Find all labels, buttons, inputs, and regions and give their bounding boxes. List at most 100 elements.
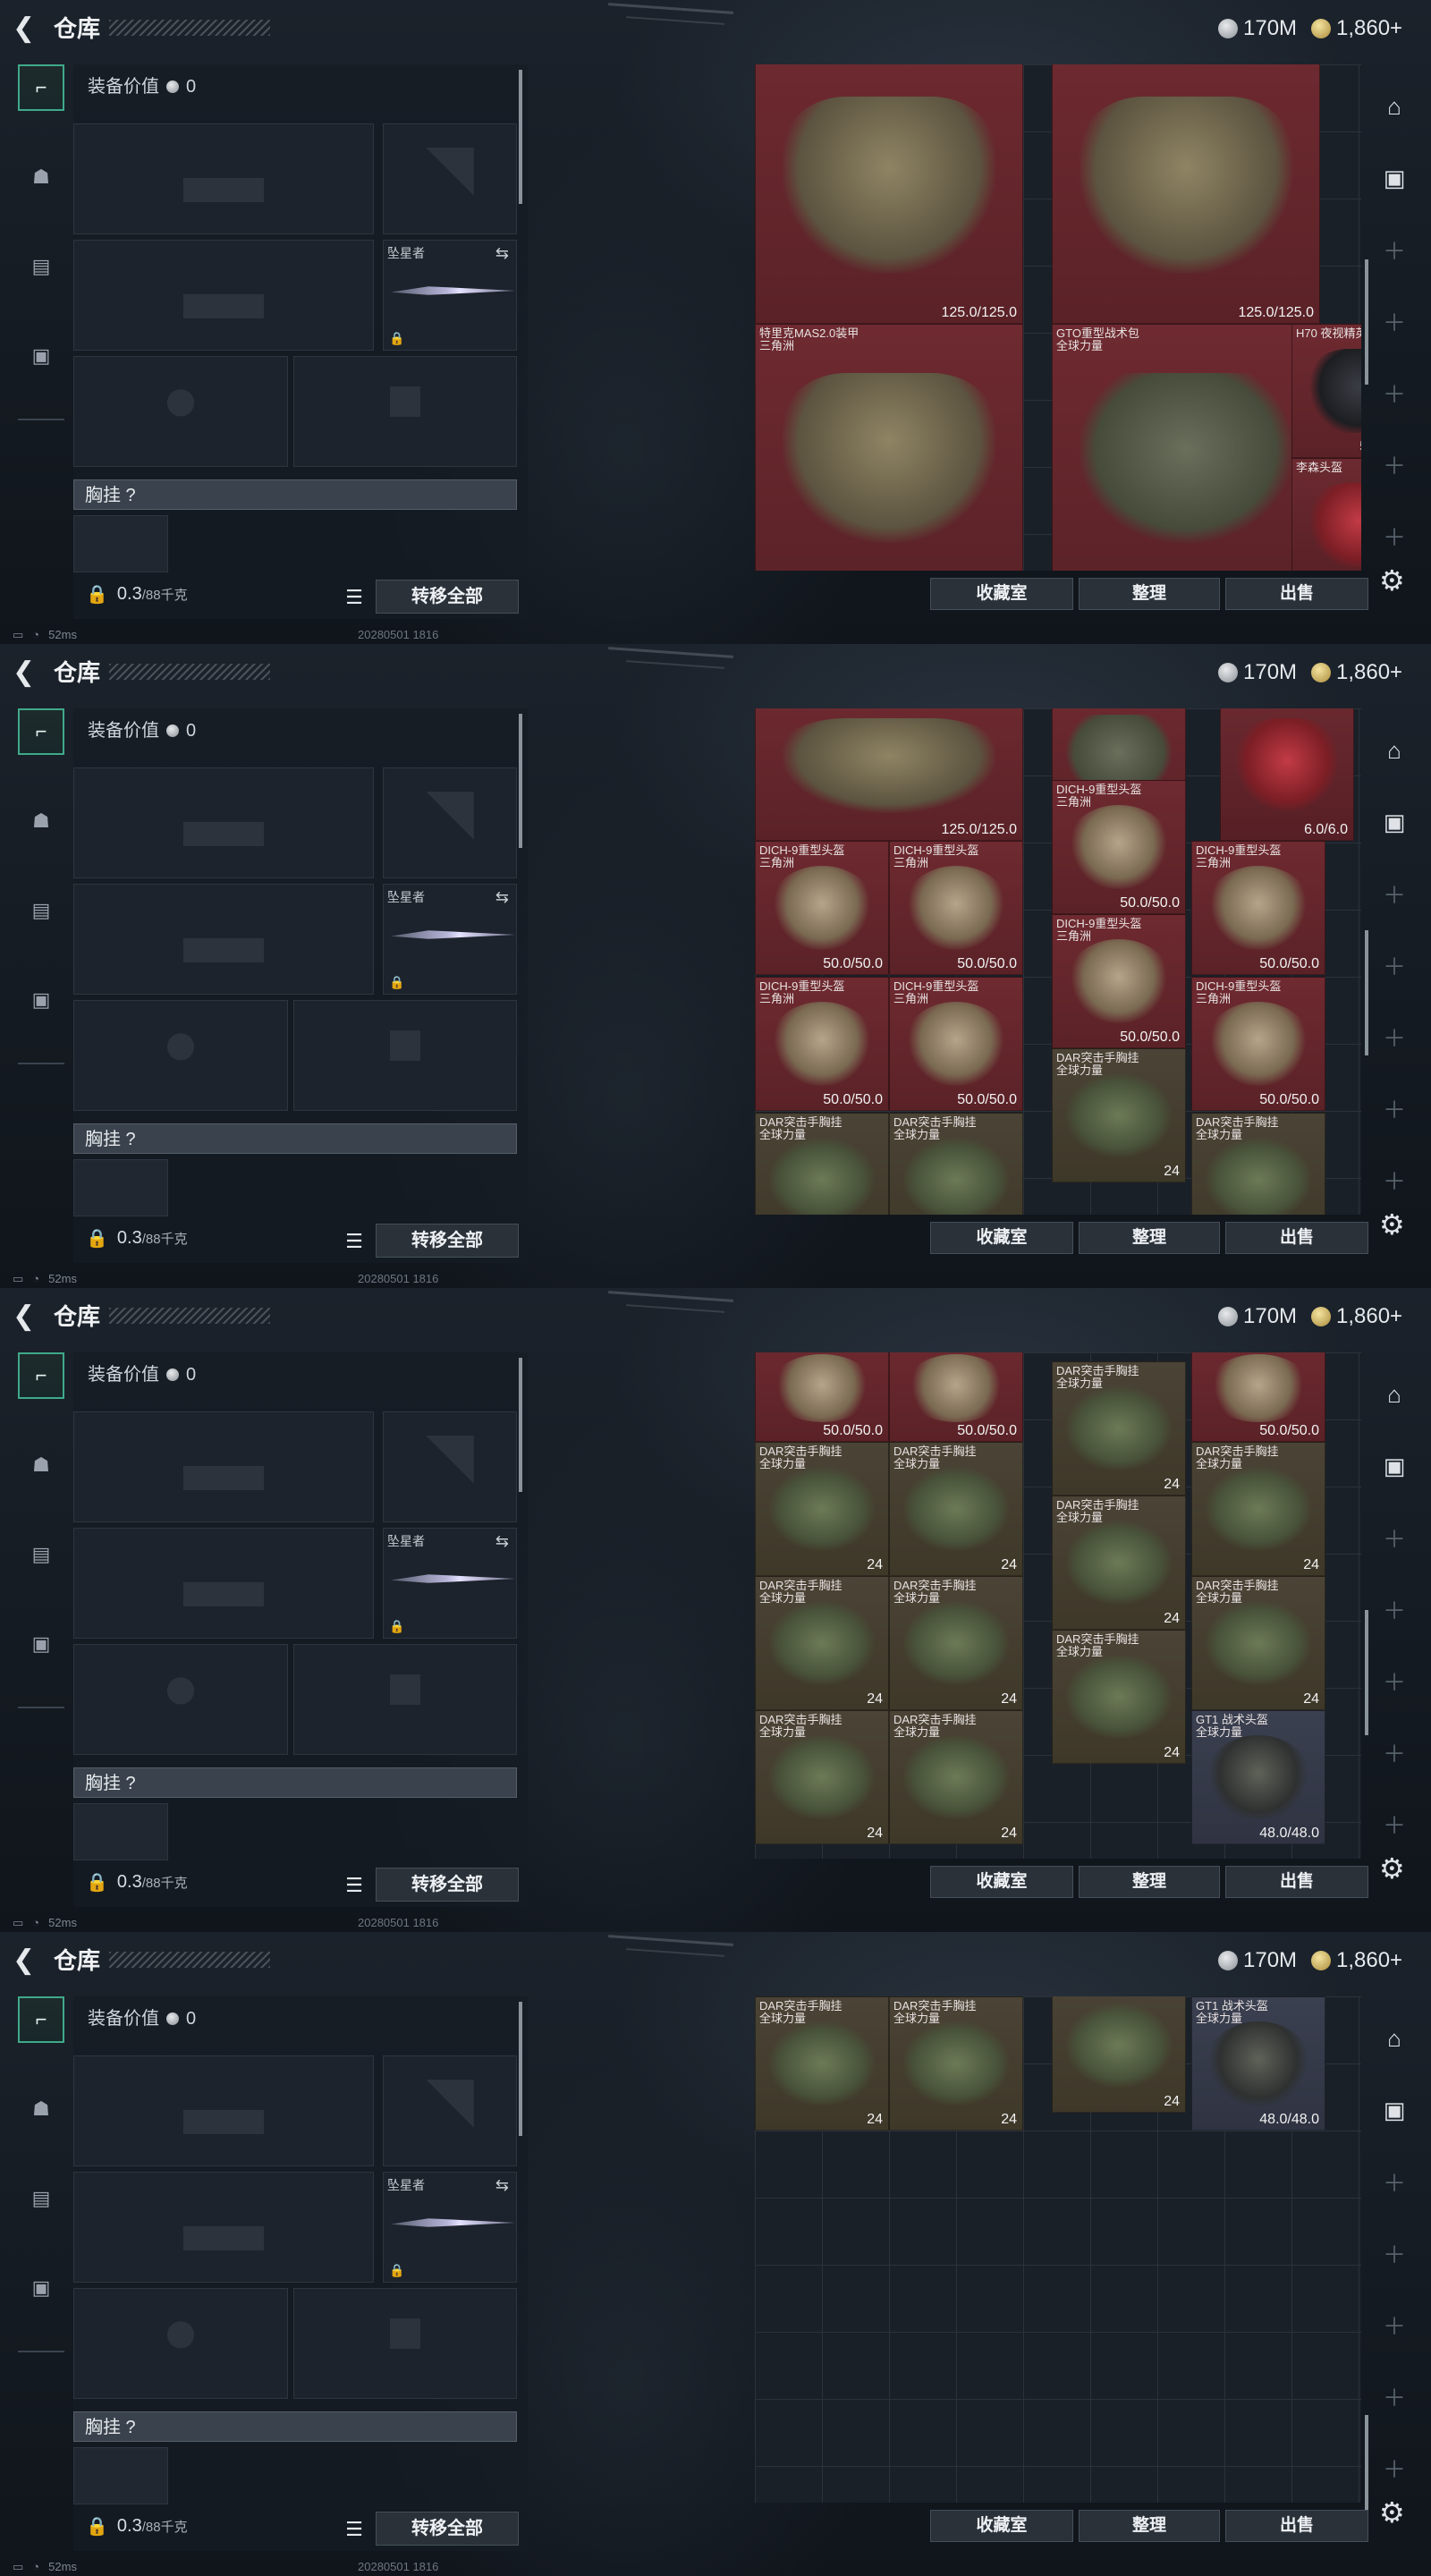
secondary-weapon-slot[interactable]: ▬ (73, 2172, 374, 2283)
helmet-slot[interactable]: ● (73, 1644, 288, 1755)
chest-rig-slot[interactable] (73, 515, 168, 572)
sell-button[interactable]: 出售 (1225, 1222, 1368, 1254)
pistol-slot[interactable]: ◥ (383, 767, 517, 878)
helmet-slot[interactable]: ● (73, 2288, 288, 2399)
pistol-slot[interactable]: ◥ (383, 1411, 517, 1522)
sell-button[interactable]: 出售 (1225, 2510, 1368, 2542)
inventory-item[interactable]: 李森头盔 6.0/6.0 (1220, 708, 1354, 841)
melee-slot[interactable]: 坠星者 ⇆ 🔒 (383, 2172, 517, 2283)
inventory-item[interactable]: DAR突击手胸挂 全球力量 24 (889, 1996, 1023, 2131)
pistol-slot[interactable]: ◥ (383, 2055, 517, 2166)
inventory-item[interactable]: DAR突击手胸挂 全球力量 24 (1052, 1361, 1186, 1496)
swap-icon[interactable]: ⇆ (495, 2176, 509, 2195)
body-armor-slot[interactable]: ■ (293, 1000, 517, 1111)
inventory-item[interactable]: GT1 战术头盔 全球力量 48.0/48.0 (1191, 1710, 1325, 1844)
chest-rig-slot[interactable] (73, 1159, 168, 1216)
add-icon[interactable]: ＋ (1374, 873, 1415, 914)
armor-tab-icon[interactable]: ▤ (18, 887, 64, 934)
container-icon[interactable]: ▣ (1374, 157, 1415, 199)
inventory-item[interactable]: DICH-9重型头盔 三角洲 50.0/50.0 (1052, 780, 1186, 914)
helmet-slot[interactable]: ● (73, 1000, 288, 1111)
add-icon[interactable]: ＋ (1374, 1517, 1415, 1558)
chest-rig-slot[interactable] (73, 2447, 168, 2504)
back-arrow-icon[interactable]: ❮ (13, 1945, 45, 1977)
add-icon[interactable]: ＋ (1374, 229, 1415, 270)
helmet-tab-icon[interactable]: ☗ (18, 154, 64, 200)
inventory-item[interactable]: GT1 战术头盔 全球力量 48.0/48.0 (1191, 1996, 1325, 2131)
equipment-scrollbar[interactable] (519, 70, 522, 204)
back-arrow-icon[interactable]: ❮ (13, 657, 45, 689)
settings-gear-icon[interactable]: ⚙ (1379, 1208, 1405, 1241)
inventory-item[interactable]: 50.0/50.0 (1191, 1352, 1325, 1442)
list-icon[interactable]: ☰ (342, 2517, 367, 2542)
primary-weapon-slot[interactable]: ▬ (73, 2055, 374, 2166)
add-icon[interactable]: ＋ (1374, 2447, 1415, 2488)
back-arrow-icon[interactable]: ❮ (13, 1301, 45, 1333)
armor-tab-icon[interactable]: ▤ (18, 2175, 64, 2222)
sell-button[interactable]: 出售 (1225, 578, 1368, 610)
add-icon[interactable]: ＋ (1374, 2376, 1415, 2417)
list-icon[interactable]: ☰ (342, 585, 367, 610)
melee-slot[interactable]: 坠星者 ⇆ 🔒 (383, 240, 517, 351)
inventory-item[interactable]: GTO重型战术包 全球力量 🔒45 (1052, 324, 1320, 571)
inventory-item[interactable]: DAR突击手胸挂 全球力量 24 (755, 1710, 889, 1844)
inventory-item[interactable]: DAR突击手胸挂 全球力量 24 (755, 1442, 889, 1576)
gold-currency[interactable]: 1,860+ (1311, 14, 1402, 43)
armor-tab-icon[interactable]: ▤ (18, 1531, 64, 1578)
add-icon[interactable]: ＋ (1374, 945, 1415, 986)
chest-rig-header[interactable]: 胸挂 ? (73, 1767, 517, 1798)
transfer-all-button[interactable]: 转移全部 (376, 580, 519, 614)
container-icon[interactable]: ▣ (1374, 2089, 1415, 2131)
sort-button[interactable]: 整理 (1079, 1866, 1220, 1898)
gold-currency[interactable]: 1,860+ (1311, 658, 1402, 687)
inventory-item[interactable]: DICH-9重型头盔 三角洲 50.0/50.0 (889, 977, 1023, 1111)
add-icon[interactable]: ＋ (1374, 1660, 1415, 1701)
list-icon[interactable]: ☰ (342, 1873, 367, 1898)
helmet-tab-icon[interactable]: ☗ (18, 798, 64, 844)
body-armor-slot[interactable]: ■ (293, 2288, 517, 2399)
swap-icon[interactable]: ⇆ (495, 1532, 509, 1551)
inventory-item[interactable]: DAR突击手胸挂 全球力量 24 (1052, 1048, 1186, 1182)
add-icon[interactable]: ＋ (1374, 444, 1415, 485)
storage-icon[interactable]: ⌂ (1374, 1374, 1415, 1415)
inventory-item[interactable]: DAR突击手胸挂 全球力量 24 (889, 1576, 1023, 1710)
add-icon[interactable]: ＋ (1374, 1803, 1415, 1844)
inventory-item[interactable]: DICH-9重型头盔 三角洲 50.0/50.0 (755, 841, 889, 975)
weapon-tab-icon[interactable]: ⌐ (18, 64, 64, 111)
vault-button[interactable]: 收藏室 (930, 1866, 1073, 1898)
add-icon[interactable]: ＋ (1374, 515, 1415, 556)
add-icon[interactable]: ＋ (1374, 2233, 1415, 2274)
add-icon[interactable]: ＋ (1374, 2161, 1415, 2202)
sort-button[interactable]: 整理 (1079, 1222, 1220, 1254)
bag-tab-icon[interactable]: ▣ (18, 2265, 64, 2311)
helmet-tab-icon[interactable]: ☗ (18, 1442, 64, 1488)
weapon-tab-icon[interactable]: ⌐ (18, 1996, 64, 2043)
equipment-scrollbar[interactable] (519, 714, 522, 848)
equipment-scrollbar[interactable] (519, 1358, 522, 1492)
back-arrow-icon[interactable]: ❮ (13, 13, 45, 45)
secondary-weapon-slot[interactable]: ▬ (73, 240, 374, 351)
list-icon[interactable]: ☰ (342, 1229, 367, 1254)
bag-tab-icon[interactable]: ▣ (18, 333, 64, 379)
inventory-item[interactable]: DICH-9重型头盔 三角洲 50.0/50.0 (1052, 914, 1186, 1048)
body-armor-slot[interactable]: ■ (293, 1644, 517, 1755)
inventory-scrollbar[interactable] (1365, 930, 1368, 1055)
inventory-item[interactable]: DAR突击手胸挂 全球力量 24 (1191, 1442, 1325, 1576)
storage-icon[interactable]: ⌂ (1374, 86, 1415, 127)
inventory-item[interactable]: DAR突击手胸挂 全球力量 24 (1052, 1496, 1186, 1630)
inventory-item[interactable]: DICH-9重型头盔 三角洲 50.0/50.0 (1191, 841, 1325, 975)
add-icon[interactable]: ＋ (1374, 1159, 1415, 1200)
helmet-slot[interactable]: ● (73, 356, 288, 467)
pistol-slot[interactable]: ◥ (383, 123, 517, 234)
settings-gear-icon[interactable]: ⚙ (1379, 564, 1405, 597)
inventory-scrollbar[interactable] (1365, 1610, 1368, 1735)
gold-currency[interactable]: 1,860+ (1311, 1302, 1402, 1331)
helmet-tab-icon[interactable]: ☗ (18, 2086, 64, 2132)
swap-icon[interactable]: ⇆ (495, 888, 509, 907)
inventory-item[interactable]: DAR突击手胸挂 全球力量 24 (889, 1442, 1023, 1576)
inventory-item[interactable]: DICH-9重型头盔 三角洲 50.0/50.0 (1191, 977, 1325, 1111)
vault-button[interactable]: 收藏室 (930, 578, 1073, 610)
storage-icon[interactable]: ⌂ (1374, 730, 1415, 771)
inventory-item[interactable]: 50.0/50.0 (889, 1352, 1023, 1442)
container-icon[interactable]: ▣ (1374, 801, 1415, 843)
